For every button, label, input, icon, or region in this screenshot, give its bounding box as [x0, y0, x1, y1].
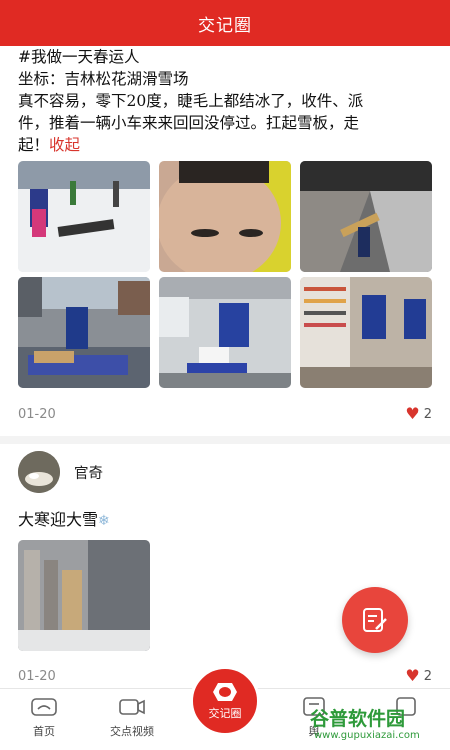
- post-divider: [0, 436, 450, 444]
- post-1-line-end: 起！: [18, 136, 50, 154]
- post-1-text: #我做一天春运人 坐标：吉林松花湖滑雪场 真不容易，零下20度，睫毛上都结冰了，…: [0, 46, 381, 156]
- like-count: 2: [423, 406, 432, 422]
- post-1-line: 真不容易，零下20度，睫毛上都结冰了，收件、派: [18, 92, 364, 110]
- photo-thumbnail[interactable]: [18, 161, 150, 272]
- post-1-line: #我做一天春运人: [18, 48, 140, 66]
- heart-icon: ♥: [405, 666, 420, 685]
- post-2-author[interactable]: 官奇: [18, 451, 103, 493]
- watermark-url: www.gupuxiazai.com: [314, 730, 420, 741]
- compose-button[interactable]: [342, 587, 408, 653]
- post-1-line: 坐标：吉林松花湖滑雪场: [18, 70, 189, 88]
- avatar[interactable]: [18, 451, 60, 493]
- post-date: 01-20: [18, 406, 56, 422]
- photo-thumbnail[interactable]: [18, 540, 150, 651]
- tab-home-label: 首页: [33, 725, 55, 738]
- photo-thumbnail[interactable]: [300, 277, 432, 388]
- top-bar: 交记圈: [0, 0, 450, 46]
- snowflake-icon: ❄: [98, 513, 110, 529]
- like-button[interactable]: ♥ 2: [405, 406, 432, 422]
- page-title: 交记圈: [198, 15, 252, 36]
- post-2-text: 大寒迎大雪❄: [18, 506, 110, 530]
- tab-home[interactable]: 首页: [30, 695, 58, 739]
- photo-thumbnail[interactable]: [159, 161, 291, 272]
- tab-video-label: 交点视频: [110, 725, 154, 738]
- post-1-line-last: 起！收起: [18, 134, 363, 156]
- post-1-meta: 01-20 ♥ 2: [18, 404, 432, 424]
- tab-circle-label: 交记圈: [208, 707, 242, 720]
- photo-thumbnail[interactable]: [18, 277, 150, 388]
- author-name[interactable]: 官奇: [74, 462, 103, 483]
- photo-thumbnail[interactable]: [300, 161, 432, 272]
- post-date: 01-20: [18, 668, 56, 684]
- edit-icon: [363, 608, 387, 632]
- photo-thumbnail[interactable]: [159, 277, 291, 388]
- watermark-title: 谷普软件园: [310, 708, 406, 730]
- collapse-link[interactable]: 收起: [49, 136, 80, 154]
- circle-logo-icon: [213, 683, 237, 701]
- tab-circle[interactable]: 交记圈: [190, 666, 260, 736]
- watermark: 谷普软件园 www.gupuxiazai.com: [310, 704, 450, 748]
- like-count: 2: [423, 668, 432, 684]
- tab-video[interactable]: 交点视频: [110, 695, 154, 739]
- post-1-line: 件，推着一辆小车来来回回没停过。扛起雪板，走: [18, 114, 360, 132]
- video-camera-icon: [119, 699, 145, 715]
- post-2-caption: 大寒迎大雪: [18, 510, 99, 529]
- like-button[interactable]: ♥ 2: [405, 668, 432, 684]
- heart-icon: ♥: [405, 404, 420, 423]
- home-icon: [31, 698, 57, 716]
